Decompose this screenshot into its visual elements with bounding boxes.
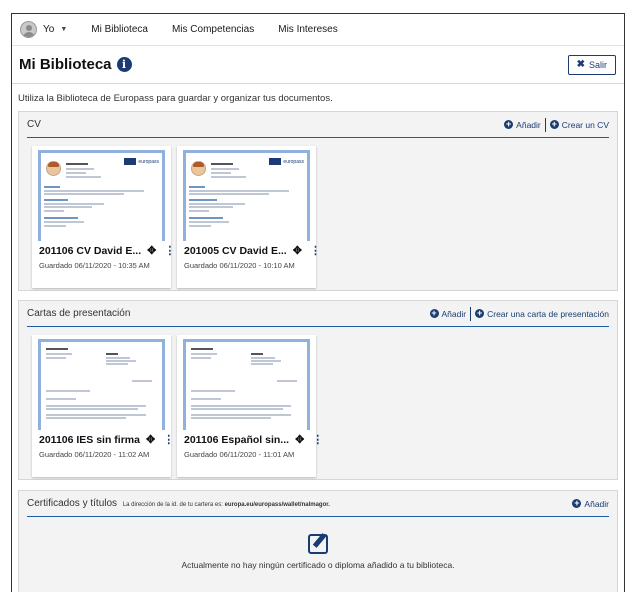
nav-link-mis-competencias[interactable]: Mis Competencias (172, 24, 254, 35)
certificates-section: Certificados y títulos La dirección de l… (18, 490, 618, 592)
top-navigation: Yo ▼ Mi Biblioteca Mis Competencias Mis … (12, 14, 624, 46)
certificates-title-text: Certificados y títulos (27, 498, 118, 509)
card-title[interactable]: 201106 IES sin firma (39, 434, 140, 446)
avatar (20, 21, 37, 38)
certificate-add-label: Añadir (584, 498, 609, 509)
cv-section: CV + Añadir + Crear un CV europass 20110… (18, 111, 618, 291)
cv-add-button[interactable]: + Añadir (504, 120, 541, 130)
exit-button[interactable]: ✖ Salir (567, 54, 616, 75)
cover-letters-actions: + Añadir + Crear una carta de presentaci… (429, 306, 609, 321)
plus-circle-icon: + (549, 119, 559, 129)
certificates-header: Certificados y títulos La dirección de l… (27, 491, 609, 517)
cover-letter-card-list: 201106 IES sin firma ✥ ⋮ Guardado 06/11/… (19, 327, 617, 477)
page-title-text: Mi Biblioteca (19, 56, 112, 73)
divider (470, 306, 472, 321)
cv-card-list: europass 201106 CV David E... ✥ ⋮ Guarda… (19, 138, 617, 288)
plus-circle-icon: + (429, 308, 439, 318)
page-header: Mi Biblioteca i ✖ Salir (12, 46, 624, 84)
cv-section-title: CV (27, 119, 41, 130)
divider (544, 117, 546, 132)
cv-section-header: CV + Añadir + Crear un CV (27, 112, 609, 138)
photo-thumbnail (46, 161, 61, 176)
more-options-icon[interactable]: ⋮ (164, 244, 175, 257)
cover-letter-thumbnail[interactable] (177, 335, 316, 430)
card-title[interactable]: 201106 CV David E... (39, 245, 141, 257)
user-menu-label: Yo (43, 24, 55, 35)
card-title[interactable]: 201106 Español sin... (184, 434, 289, 446)
more-options-icon[interactable]: ⋮ (163, 433, 174, 446)
move-icon[interactable]: ✥ (293, 244, 302, 257)
nav-link-mi-biblioteca[interactable]: Mi Biblioteca (91, 24, 148, 35)
plus-circle-icon: + (475, 308, 485, 318)
certificates-title: Certificados y títulos La dirección de l… (27, 498, 330, 509)
document-card[interactable]: 201106 IES sin firma ✥ ⋮ Guardado 06/11/… (32, 335, 174, 477)
intro-text: Utiliza la Biblioteca de Europass para g… (18, 93, 333, 104)
cover-letters-title: Cartas de presentación (27, 308, 131, 319)
nav-link-mis-intereses[interactable]: Mis Intereses (278, 24, 337, 35)
plus-circle-icon: + (572, 498, 582, 508)
card-date: Guardado 06/11/2020 - 10:35 AM (39, 261, 150, 270)
card-title-row: 201106 CV David E... ✥ ⋮ (32, 241, 175, 258)
edit-icon[interactable] (308, 534, 328, 554)
cv-actions: + Añadir + Crear un CV (504, 117, 609, 132)
cover-letter-add-button[interactable]: + Añadir (429, 308, 467, 319)
europass-logo: europass (124, 158, 159, 165)
cover-letters-header: Cartas de presentación + Añadir + Crear … (27, 301, 609, 327)
cover-letter-add-label: Añadir (441, 308, 467, 319)
cv-add-label: Añadir (516, 119, 541, 130)
chevron-down-icon: ▼ (60, 26, 68, 33)
move-icon[interactable]: ✥ (147, 244, 156, 257)
cover-letters-section: Cartas de presentación + Añadir + Crear … (18, 300, 618, 480)
card-title[interactable]: 201005 CV David E... (184, 245, 287, 257)
document-card[interactable]: europass (177, 146, 321, 288)
card-title-row: 201005 CV David E... ✥ ⋮ (177, 241, 321, 258)
move-icon[interactable]: ✥ (295, 433, 304, 446)
cv-create-label: Crear un CV (561, 119, 609, 130)
wallet-address-note: La dirección de la id. de tu cartera es:… (122, 502, 330, 508)
page-title: Mi Biblioteca i (19, 56, 132, 73)
close-icon: ✖ (576, 59, 585, 70)
cover-letter-thumbnail[interactable] (32, 335, 171, 430)
card-title-row: 201106 Español sin... ✥ ⋮ (177, 430, 323, 447)
plus-circle-icon: + (504, 119, 514, 129)
exit-button-label: Salir (588, 59, 607, 70)
cover-letter-create-label: Crear una carta de presentación (487, 308, 609, 319)
more-options-icon[interactable]: ⋮ (310, 244, 321, 257)
cv-thumbnail[interactable]: europass (177, 146, 316, 241)
card-date: Guardado 06/11/2020 - 10:10 AM (184, 261, 295, 270)
cv-create-button[interactable]: + Crear un CV (549, 119, 609, 130)
document-card[interactable]: 201106 Español sin... ✥ ⋮ Guardado 06/11… (177, 335, 323, 477)
europass-logo: europass (269, 158, 304, 165)
cv-thumbnail[interactable]: europass (32, 146, 171, 241)
move-icon[interactable]: ✥ (146, 433, 155, 446)
cover-letter-create-button[interactable]: + Crear una carta de presentación (475, 309, 609, 319)
user-menu[interactable]: Yo ▼ (20, 21, 67, 38)
card-date: Guardado 06/11/2020 - 11:01 AM (184, 450, 295, 459)
photo-thumbnail (191, 161, 206, 176)
info-icon[interactable]: i (116, 57, 132, 72)
empty-state-text: Actualmente no hay ningún certificado o … (181, 560, 455, 570)
empty-state: Actualmente no hay ningún certificado o … (19, 517, 617, 570)
document-card[interactable]: europass (32, 146, 175, 288)
card-title-row: 201106 IES sin firma ✥ ⋮ (32, 430, 174, 447)
certificate-add-button[interactable]: + Añadir (572, 499, 609, 509)
card-date: Guardado 06/11/2020 - 11:02 AM (39, 450, 150, 459)
more-options-icon[interactable]: ⋮ (312, 433, 323, 446)
wallet-address: europa.eu/europass/wallet/nalmagor. (224, 502, 330, 508)
certificates-actions: + Añadir (572, 499, 609, 509)
app-window: Yo ▼ Mi Biblioteca Mis Competencias Mis … (11, 13, 625, 592)
